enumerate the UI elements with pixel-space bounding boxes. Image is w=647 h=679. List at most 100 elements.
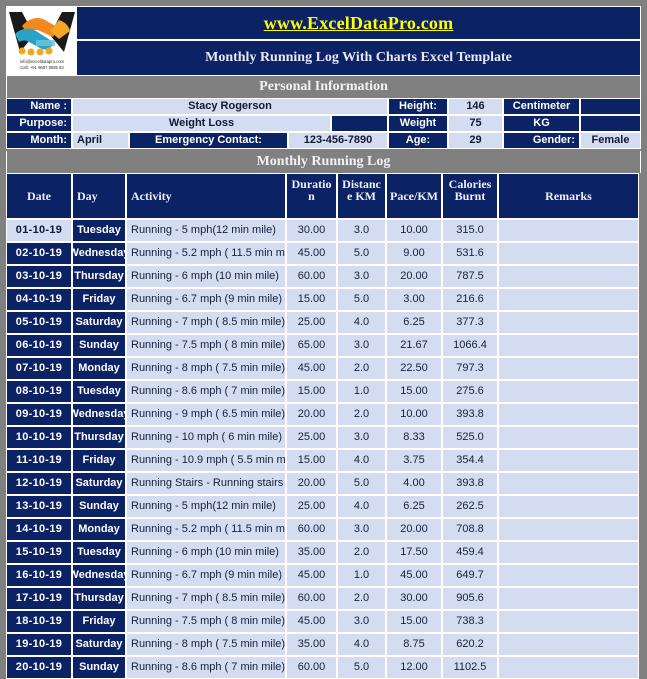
table-cell-date[interactable]: 05-10-19 — [6, 311, 72, 334]
table-cell-duration[interactable]: 15.00 — [286, 449, 337, 472]
table-cell-calories[interactable]: 275.6 — [442, 380, 498, 403]
table-cell-calories[interactable]: 262.5 — [442, 495, 498, 518]
table-cell-activity[interactable]: Running - 7.5 mph ( 8 min mile) — [126, 334, 286, 357]
table-cell-date[interactable]: 13-10-19 — [6, 495, 72, 518]
table-cell-remarks[interactable] — [498, 357, 639, 380]
table-cell-date[interactable]: 14-10-19 — [6, 518, 72, 541]
month-value[interactable]: April — [72, 132, 129, 149]
weight-value[interactable]: 75 — [448, 115, 503, 132]
table-row[interactable]: 10-10-19 Thursday Running - 10 mph ( 6 min… — [6, 426, 641, 449]
column-header-remarks[interactable]: Remarks — [498, 173, 639, 219]
table-cell-remarks[interactable] — [498, 564, 639, 587]
table-cell-pace[interactable]: 15.00 — [386, 380, 442, 403]
table-cell-duration[interactable]: 45.00 — [286, 564, 337, 587]
table-cell-remarks[interactable] — [498, 518, 639, 541]
table-cell-activity[interactable]: Running - 10 mph ( 6 min mile) — [126, 426, 286, 449]
table-cell-duration[interactable]: 15.00 — [286, 288, 337, 311]
table-cell-distance[interactable]: 3.0 — [337, 265, 386, 288]
table-cell-activity[interactable]: Running - 6 mph (10 min mile) — [126, 541, 286, 564]
table-cell-calories[interactable]: 393.8 — [442, 403, 498, 426]
table-cell-day[interactable]: Thursday — [72, 426, 126, 449]
table-cell-pace[interactable]: 8.75 — [386, 633, 442, 656]
table-cell-date[interactable]: 08-10-19 — [6, 380, 72, 403]
table-cell-pace[interactable]: 15.00 — [386, 610, 442, 633]
table-cell-duration[interactable]: 45.00 — [286, 610, 337, 633]
table-cell-date[interactable]: 16-10-19 — [6, 564, 72, 587]
table-cell-date[interactable]: 19-10-19 — [6, 633, 72, 656]
table-cell-day[interactable]: Tuesday — [72, 380, 126, 403]
table-cell-day[interactable]: Saturday — [72, 472, 126, 495]
table-cell-date[interactable]: 04-10-19 — [6, 288, 72, 311]
table-cell-calories[interactable]: 315.0 — [442, 219, 498, 242]
table-cell-duration[interactable]: 60.00 — [286, 656, 337, 679]
table-row[interactable]: 17-10-19 Thursday Running - 7 mph ( 8.5 mi… — [6, 587, 641, 610]
column-header-day[interactable]: Day — [72, 173, 126, 219]
table-cell-day[interactable]: Friday — [72, 449, 126, 472]
table-cell-day[interactable]: Sunday — [72, 495, 126, 518]
website-link[interactable]: www.ExcelDataPro.com — [264, 13, 454, 34]
table-cell-day[interactable]: Wednesday — [72, 242, 126, 265]
table-cell-pace[interactable]: 10.00 — [386, 219, 442, 242]
table-cell-pace[interactable]: 20.00 — [386, 265, 442, 288]
table-row[interactable]: 02-10-19WednesdayRunning - 5.2 mph ( 11.… — [6, 242, 641, 265]
table-cell-calories[interactable]: 649.7 — [442, 564, 498, 587]
table-cell-calories[interactable]: 905.6 — [442, 587, 498, 610]
table-cell-calories[interactable]: 377.3 — [442, 311, 498, 334]
table-cell-day[interactable]: Wednesday — [72, 564, 126, 587]
table-cell-remarks[interactable] — [498, 265, 639, 288]
table-cell-remarks[interactable] — [498, 426, 639, 449]
table-cell-pace[interactable]: 22.50 — [386, 357, 442, 380]
table-cell-distance[interactable]: 5.0 — [337, 656, 386, 679]
table-cell-distance[interactable]: 3.0 — [337, 610, 386, 633]
table-row[interactable]: 03-10-19 Thursday Running - 6 mph (10 min … — [6, 265, 641, 288]
table-cell-duration[interactable]: 65.00 — [286, 334, 337, 357]
emergency-value[interactable]: 123-456-7890 — [288, 132, 388, 149]
column-header-calories[interactable]: Calories Burnt — [442, 173, 498, 219]
table-cell-pace[interactable]: 8.33 — [386, 426, 442, 449]
table-row[interactable]: 15-10-19 Tuesday Running - 6 mph (10 min m… — [6, 541, 641, 564]
table-cell-distance[interactable]: 1.0 — [337, 380, 386, 403]
table-cell-distance[interactable]: 3.0 — [337, 426, 386, 449]
table-cell-day[interactable]: Sunday — [72, 334, 126, 357]
table-cell-duration[interactable]: 25.00 — [286, 426, 337, 449]
table-cell-calories[interactable]: 393.8 — [442, 472, 498, 495]
table-cell-remarks[interactable] — [498, 242, 639, 265]
table-cell-remarks[interactable] — [498, 541, 639, 564]
table-cell-distance[interactable]: 2.0 — [337, 357, 386, 380]
table-cell-duration[interactable]: 25.00 — [286, 495, 337, 518]
table-cell-activity[interactable]: Running - 5 mph(12 min mile) — [126, 219, 286, 242]
height-value[interactable]: 146 — [448, 98, 503, 115]
table-cell-day[interactable]: Thursday — [72, 587, 126, 610]
table-cell-date[interactable]: 20-10-19 — [6, 656, 72, 679]
purpose-value[interactable]: Weight Loss — [72, 115, 331, 132]
table-cell-pace[interactable]: 20.00 — [386, 518, 442, 541]
table-cell-day[interactable]: Friday — [72, 610, 126, 633]
table-cell-day[interactable]: Monday — [72, 357, 126, 380]
table-row[interactable]: 01-10-19 Tuesday Running - 5 mph(12 min mi… — [6, 219, 641, 242]
table-cell-activity[interactable]: Running - 8 mph ( 7.5 min mile) — [126, 633, 286, 656]
table-cell-activity[interactable]: Running - 5.2 mph ( 11.5 min mile) — [126, 242, 286, 265]
table-row[interactable]: 08-10-19 Tuesday Running - 8.6 mph ( 7 min… — [6, 380, 641, 403]
table-cell-duration[interactable]: 45.00 — [286, 242, 337, 265]
table-cell-distance[interactable]: 3.0 — [337, 334, 386, 357]
table-cell-activity[interactable]: Running - 7 mph ( 8.5 min mile) — [126, 587, 286, 610]
table-cell-remarks[interactable] — [498, 403, 639, 426]
table-cell-calories[interactable]: 354.4 — [442, 449, 498, 472]
table-cell-pace[interactable]: 10.00 — [386, 403, 442, 426]
table-cell-remarks[interactable] — [498, 219, 639, 242]
table-cell-activity[interactable]: Running - 8 mph ( 7.5 min mile) — [126, 357, 286, 380]
table-cell-activity[interactable]: Running - 7 mph ( 8.5 min mile) — [126, 311, 286, 334]
table-row[interactable]: 18-10-19 Friday Running - 7.5 mph ( 8 min … — [6, 610, 641, 633]
table-cell-activity[interactable]: Running - 6 mph (10 min mile) — [126, 265, 286, 288]
table-cell-calories[interactable]: 459.4 — [442, 541, 498, 564]
table-cell-activity[interactable]: Running - 6.7 mph (9 min mile) — [126, 288, 286, 311]
table-cell-distance[interactable]: 4.0 — [337, 311, 386, 334]
table-cell-date[interactable]: 06-10-19 — [6, 334, 72, 357]
table-cell-distance[interactable]: 2.0 — [337, 403, 386, 426]
table-cell-activity[interactable]: Running - 9 mph ( 6.5 min mile) — [126, 403, 286, 426]
table-cell-day[interactable]: Saturday — [72, 633, 126, 656]
table-cell-remarks[interactable] — [498, 656, 639, 679]
table-cell-duration[interactable]: 20.00 — [286, 403, 337, 426]
table-cell-date[interactable]: 01-10-19 — [6, 219, 72, 242]
table-row[interactable]: 16-10-19WednesdayRunning - 6.7 mph (9 mi… — [6, 564, 641, 587]
